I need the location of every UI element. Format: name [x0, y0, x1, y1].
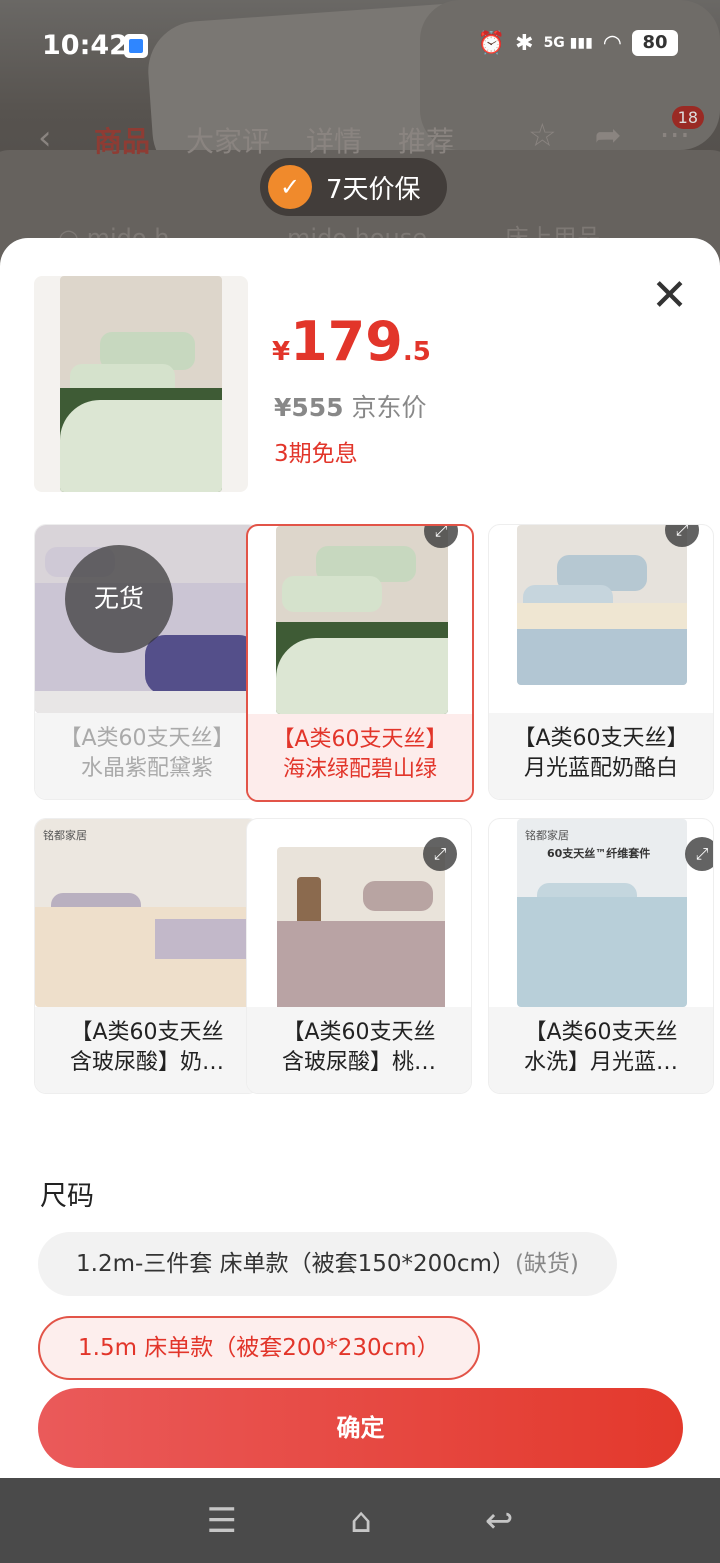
installment-label: 3期免息: [274, 441, 358, 467]
background-tabs: 商品 大家评 详情 推荐: [94, 120, 454, 160]
variant-label: 【A类60支天丝】 水晶紫配黛紫: [35, 713, 259, 799]
signal-icon: 5G ▮▮▮: [543, 35, 593, 51]
alarm-icon: ⏰: [477, 30, 506, 56]
confirm-button[interactable]: 确定: [38, 1388, 683, 1468]
shield-check-icon: ✓: [268, 165, 312, 209]
variant-card-cream[interactable]: 铭都家居 【A类60支天丝 含玻尿酸】奶…: [34, 818, 260, 1094]
variant-card-peach[interactable]: ⤢ 【A类60支天丝 含玻尿酸】桃…: [246, 818, 472, 1094]
status-icons: ⏰ ✱ 5G ▮▮▮ ◠ 80: [478, 30, 678, 56]
promo-text: 60支天丝™纤维套件: [547, 847, 651, 860]
variant-label: 【A类60支天丝 含玻尿酸】桃…: [247, 1007, 471, 1093]
share-icon: ➦: [594, 116, 622, 154]
price-guarantee-label: 7天价保: [326, 174, 421, 205]
variant-label: 【A类60支天丝 水洗】月光蓝…: [489, 1007, 713, 1093]
expand-image-icon[interactable]: ⤢: [423, 837, 457, 871]
size-option-1-2m[interactable]: 1.2m-三件套 床单款（被套150*200cm）(缺货): [38, 1232, 617, 1296]
variant-card-green[interactable]: ⤢ 【A类60支天丝】 海沫绿配碧山绿: [246, 524, 474, 802]
app-notification-icon: [124, 34, 148, 58]
menu-icon[interactable]: ☰: [207, 1501, 237, 1541]
tab-recommend: 推荐: [398, 125, 455, 158]
back-arrow-icon: ‹: [38, 118, 52, 158]
background-actions: ☆ ➦ ···: [528, 116, 690, 154]
battery-icon: 80: [632, 30, 678, 56]
variant-card-blue[interactable]: ⤢ 【A类60支天丝】 月光蓝配奶酪白: [488, 524, 714, 800]
variant-label: 【A类60支天丝】 海沫绿配碧山绿: [248, 714, 472, 800]
variant-label: 【A类60支天丝】 月光蓝配奶酪白: [489, 713, 713, 799]
product-thumbnail[interactable]: [34, 276, 248, 492]
size-option-1-5m[interactable]: 1.5m 床单款（被套200*230cm）: [38, 1316, 480, 1380]
tab-reviews: 大家评: [186, 125, 271, 158]
back-icon[interactable]: ↩: [485, 1501, 514, 1541]
brand-mark: 铭都家居: [525, 829, 569, 842]
jd-price: ¥555 京东价: [274, 393, 427, 422]
wifi-icon: ◠: [602, 30, 622, 56]
star-icon: ☆: [527, 116, 557, 154]
size-section-title: 尺码: [40, 1181, 94, 1212]
tab-product: 商品: [94, 125, 151, 158]
home-icon[interactable]: ⌂: [350, 1501, 372, 1541]
message-badge: 18: [671, 106, 704, 129]
price-guarantee-pill: ✓ 7天价保: [260, 158, 447, 216]
status-time: 10:42: [42, 30, 128, 61]
variant-card-purple[interactable]: 无货 【A类60支天丝】 水晶紫配黛紫: [34, 524, 260, 800]
expand-image-icon[interactable]: ⤢: [685, 837, 713, 871]
bluetooth-icon: ✱: [515, 30, 534, 56]
status-bar: 10:42 ⏰ ✱ 5G ▮▮▮ ◠ 80: [0, 0, 720, 92]
close-icon[interactable]: ✕: [651, 274, 688, 318]
tab-details: 详情: [306, 125, 363, 158]
current-price: ¥179.5: [272, 310, 431, 373]
variant-card-moonblue[interactable]: 铭都家居 60支天丝™纤维套件 ⤢ 【A类60支天丝 水洗】月光蓝…: [488, 818, 714, 1094]
variant-label: 【A类60支天丝 含玻尿酸】奶…: [35, 1007, 259, 1093]
out-of-stock-badge: 无货: [65, 545, 173, 653]
sku-selector-sheet: ✕ ¥179.5 ¥555 京东价 3期免息 无货 【A类60支天丝】 水晶紫配黛…: [0, 238, 720, 1478]
system-nav-bar: ☰ ⌂ ↩: [0, 1478, 720, 1563]
brand-mark: 铭都家居: [43, 829, 87, 842]
